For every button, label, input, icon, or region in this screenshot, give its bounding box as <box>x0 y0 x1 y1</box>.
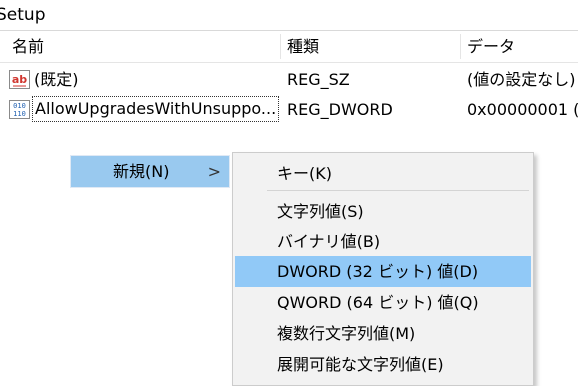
menu-item-qword-value[interactable]: QWORD (64 ビット) 値(Q) <box>235 287 531 318</box>
binary-value-icon: 010 110 <box>9 100 30 119</box>
menu-item-label: キー(K) <box>277 164 332 183</box>
menu-item-label: 展開可能な文字列値(E) <box>277 355 444 374</box>
column-header-name[interactable]: 名前 <box>12 31 276 62</box>
address-bar[interactable]: Setup <box>0 0 578 31</box>
menu-item-label: 文字列値(S) <box>277 202 364 221</box>
registry-editor-window: Setup 名前 種類 データ ab (既定) REG_SZ (値の設定なし) … <box>0 0 578 386</box>
menu-item-new-label: 新規(N) <box>113 162 170 181</box>
menu-item-multi-string-value[interactable]: 複数行文字列値(M) <box>235 318 531 349</box>
menu-item-label: 複数行文字列値(M) <box>277 324 416 343</box>
menu-separator <box>267 190 529 191</box>
menu-item-binary-value[interactable]: バイナリ値(B) <box>235 226 531 257</box>
column-divider[interactable] <box>460 34 461 59</box>
new-submenu: キー(K) 文字列値(S) バイナリ値(B) DWORD (32 ビット) 値(… <box>232 152 534 386</box>
value-type: REG_SZ <box>287 70 350 89</box>
table-row[interactable]: 010 110 AllowUpgradesWithUnsuppo... REG_… <box>0 95 578 124</box>
table-row[interactable]: ab (既定) REG_SZ (値の設定なし) <box>0 65 578 94</box>
column-header-data[interactable]: データ <box>467 31 578 62</box>
svg-text:ab: ab <box>12 73 27 86</box>
address-path-text: Setup <box>0 5 46 25</box>
column-divider[interactable] <box>280 34 281 59</box>
value-data: 0x00000001 (1 <box>467 100 578 119</box>
svg-text:010: 010 <box>13 102 26 110</box>
svg-text:110: 110 <box>13 110 26 118</box>
selected-name-box[interactable]: AllowUpgradesWithUnsuppo... <box>32 96 280 122</box>
column-header-row: 名前 種類 データ <box>0 31 578 63</box>
menu-item-new[interactable]: 新規(N) > <box>70 155 230 188</box>
menu-item-label: DWORD (32 ビット) 値(D) <box>277 262 479 281</box>
value-data: (値の設定なし) <box>467 70 576 89</box>
value-type: REG_DWORD <box>287 100 393 119</box>
menu-item-dword-value[interactable]: DWORD (32 ビット) 値(D) <box>235 256 531 287</box>
submenu-arrow-icon: > <box>207 162 221 181</box>
column-header-type[interactable]: 種類 <box>287 31 457 62</box>
value-name: AllowUpgradesWithUnsuppo... <box>35 99 277 118</box>
menu-item-string-value[interactable]: 文字列値(S) <box>235 196 531 227</box>
menu-item-expandable-string-value[interactable]: 展開可能な文字列値(E) <box>235 349 531 380</box>
menu-item-label: QWORD (64 ビット) 値(Q) <box>277 293 479 312</box>
value-name: (既定) <box>34 70 79 89</box>
string-value-icon: ab <box>9 70 30 89</box>
menu-item-key[interactable]: キー(K) <box>235 158 531 189</box>
menu-item-label: バイナリ値(B) <box>277 232 381 251</box>
